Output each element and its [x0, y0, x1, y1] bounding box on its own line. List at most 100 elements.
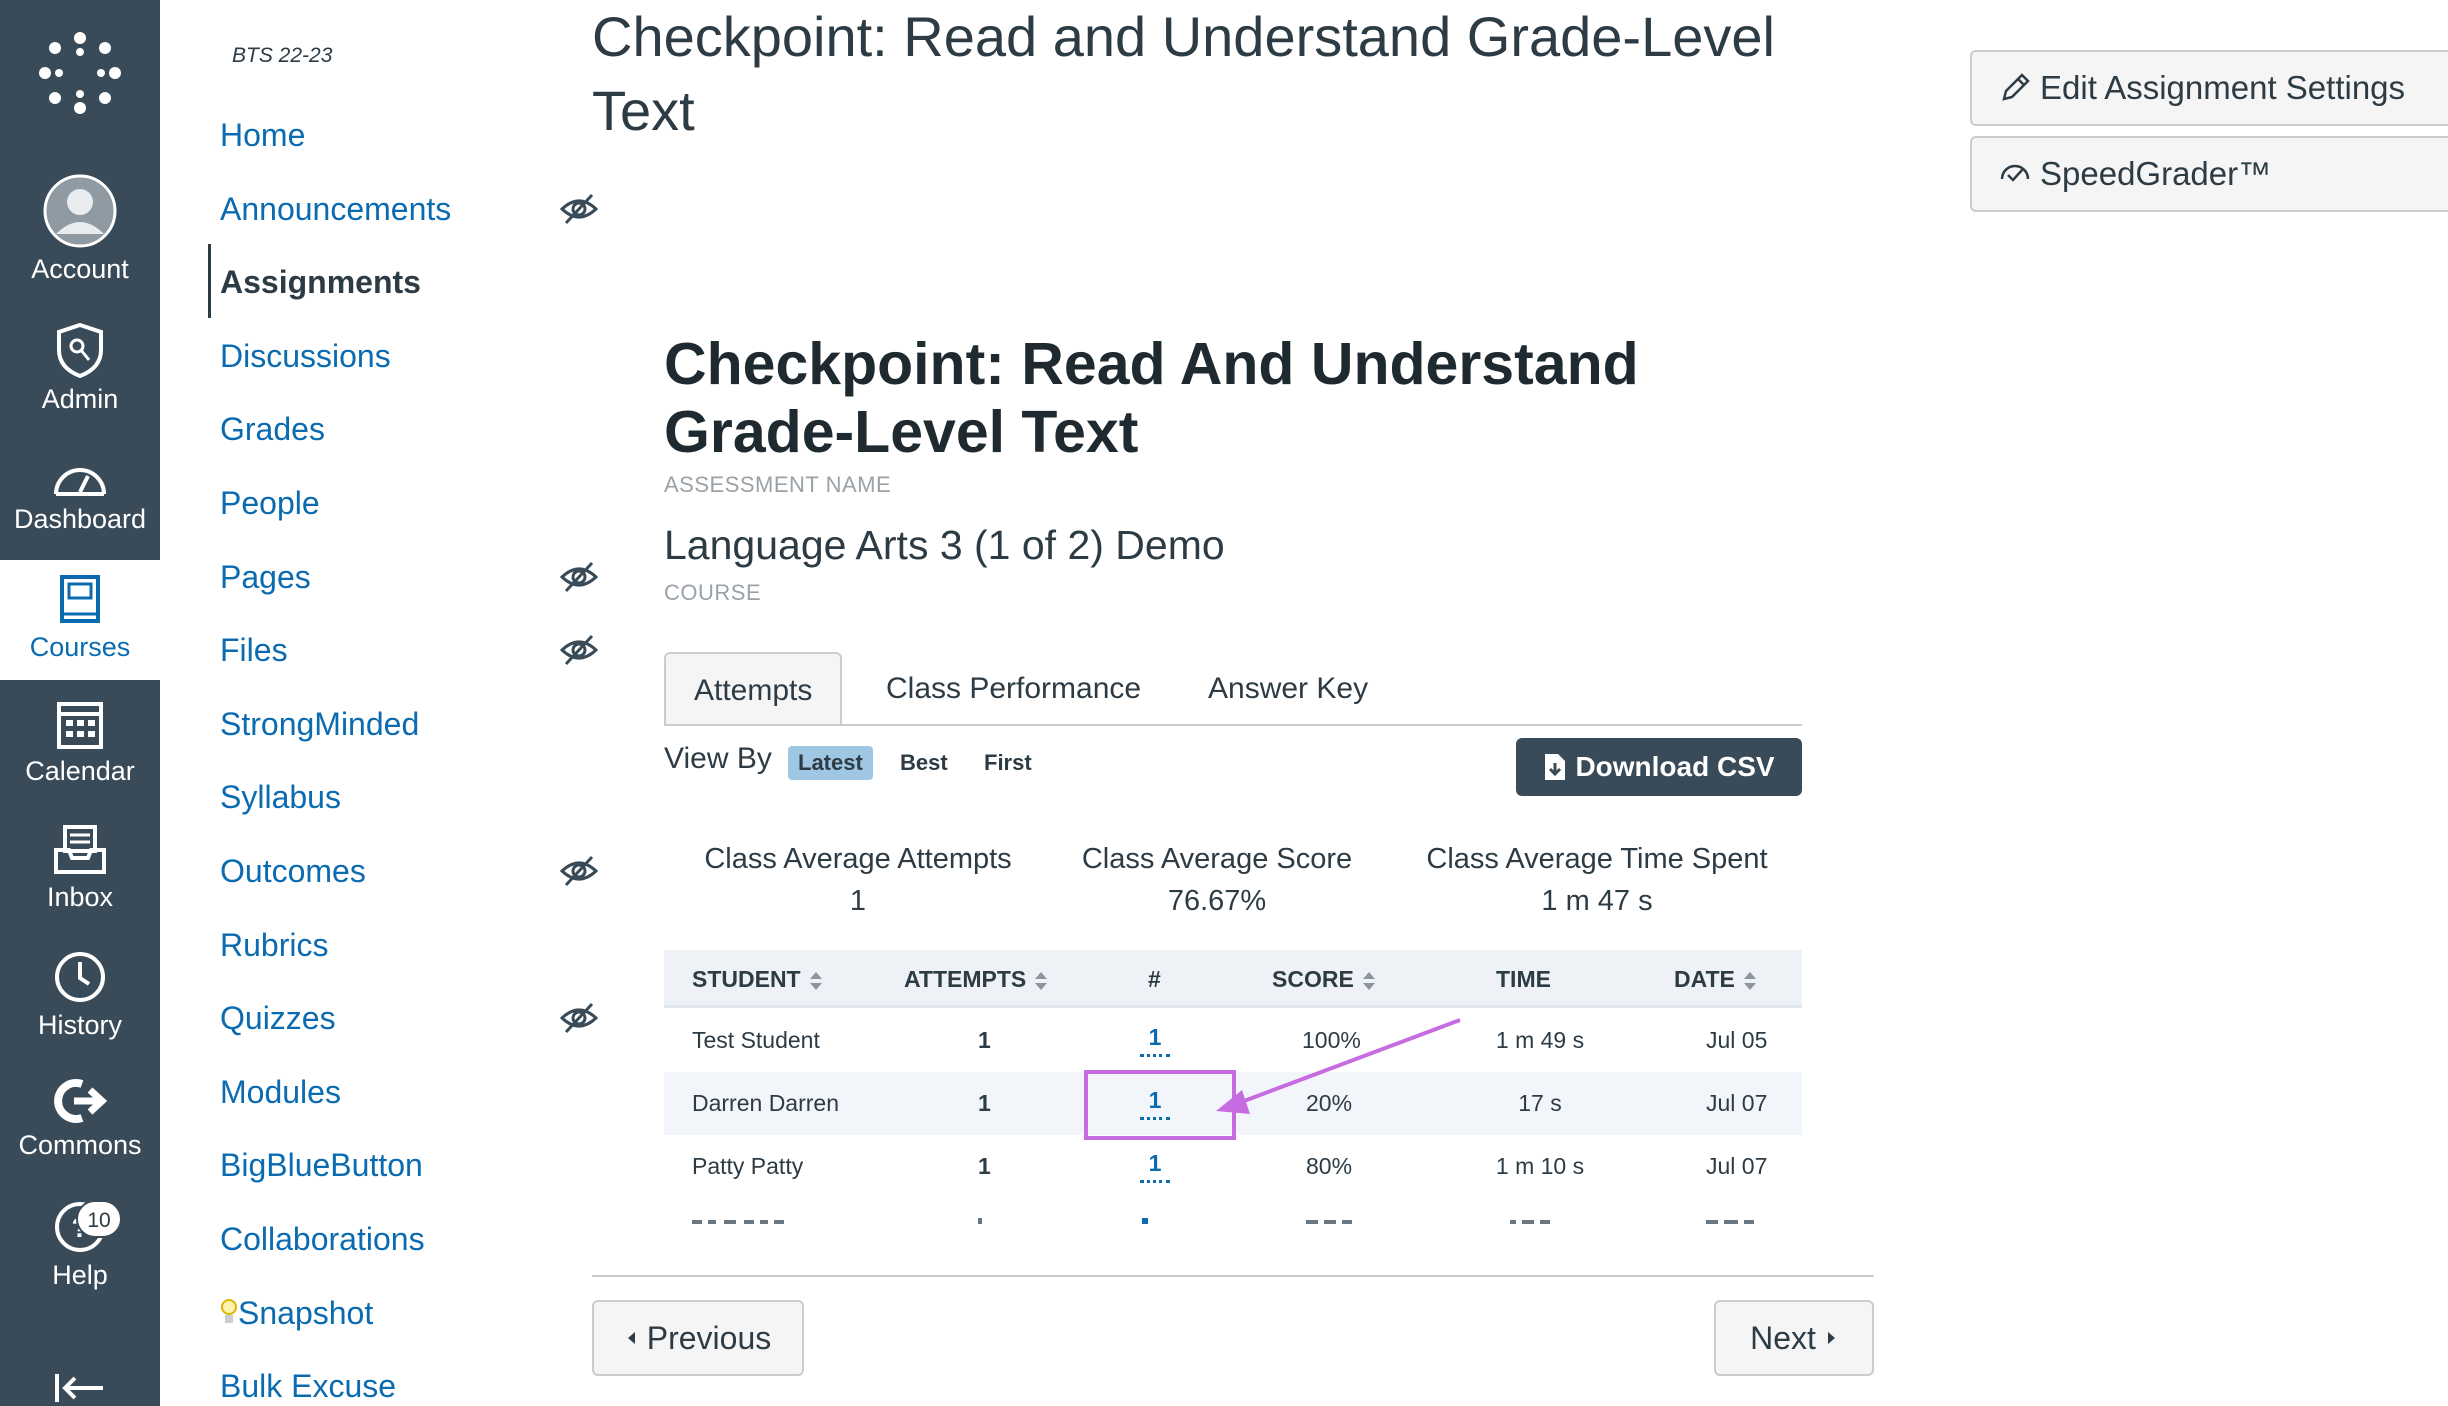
button-label: Download CSV: [1575, 751, 1775, 782]
button-label: SpeedGrader™: [2040, 155, 2272, 192]
calendar-icon: [57, 702, 103, 749]
course-nav-label: BigBlueButton: [220, 1147, 423, 1183]
term-label: BTS 22-23: [232, 44, 333, 67]
course-nav-label: Files: [220, 632, 288, 668]
course-nav-files[interactable]: Files: [220, 622, 660, 678]
course-nav-announcements[interactable]: Announcements: [220, 181, 660, 237]
global-nav-label: Dashboard: [13, 504, 147, 534]
global-nav-inbox[interactable]: Inbox: [0, 824, 160, 913]
column-header-student[interactable]: STUDENT: [692, 950, 823, 1008]
column-header-attempts[interactable]: ATTEMPTS: [904, 950, 1048, 1008]
view-by-latest[interactable]: Latest: [788, 746, 873, 780]
course-nav-modules[interactable]: Modules: [220, 1064, 660, 1120]
global-nav-dashboard[interactable]: Dashboard: [0, 458, 160, 535]
cell-score: 100%: [1302, 1027, 1361, 1053]
table-row: Test Student 1 1 100% 1 m 49 s Jul 05: [664, 1009, 1802, 1072]
edit-assignment-settings-button[interactable]: Edit Assignment Settings: [1970, 50, 2448, 126]
tab-label: Attempts: [694, 674, 813, 707]
course-nav-label: Modules: [220, 1074, 341, 1110]
canvas-logo[interactable]: [0, 30, 160, 116]
button-label: Edit Assignment Settings: [2040, 69, 2406, 106]
attempt-link[interactable]: 1: [1140, 1023, 1170, 1057]
attempt-link[interactable]: 1: [1140, 1149, 1170, 1183]
table-row: Patty Patty 1 1 80% 1 m 10 s Jul 07: [664, 1135, 1802, 1198]
tab-attempts[interactable]: Attempts: [664, 652, 843, 726]
column-header-date[interactable]: DATE: [1674, 950, 1757, 1008]
column-header-score[interactable]: SCORE: [1272, 950, 1376, 1008]
button-label: Next: [1750, 1319, 1816, 1356]
courses-book-icon: [60, 575, 100, 623]
view-by-label: View By: [664, 742, 772, 775]
inbox-icon: [54, 825, 106, 874]
speedgrader-button[interactable]: SpeedGrader™: [1970, 136, 2448, 212]
course-nav-grades[interactable]: Grades: [220, 401, 660, 457]
view-by-first[interactable]: First: [974, 746, 1042, 780]
column-header-time: TIME: [1496, 950, 1551, 1008]
option-label: First: [984, 750, 1032, 775]
course-nav-syllabus[interactable]: Syllabus: [220, 769, 660, 825]
hidden-eye-icon: [560, 634, 598, 666]
view-by-best[interactable]: Best: [890, 746, 958, 780]
cell-attempts: 1: [978, 1090, 991, 1116]
commons-icon: [54, 1079, 108, 1123]
hidden-eye-icon: [560, 561, 598, 593]
tab-label: Answer Key: [1208, 672, 1369, 705]
global-nav-account[interactable]: Account: [0, 174, 160, 285]
course-nav-bigbluebutton[interactable]: BigBlueButton: [220, 1137, 660, 1193]
course-nav-people[interactable]: People: [220, 475, 660, 531]
global-nav-calendar[interactable]: Calendar: [0, 698, 160, 787]
header-label: ATTEMPTS: [904, 966, 1027, 992]
global-nav-courses[interactable]: Courses: [0, 560, 160, 680]
global-nav-label: Courses: [29, 632, 131, 662]
cell-time: 1 m 49 s: [1495, 1027, 1585, 1053]
header-label: TIME: [1496, 966, 1551, 992]
stat-average-time: Class Average Time Spent 1 m 47 s: [1392, 838, 1802, 922]
course-name: Language Arts 3 (1 of 2) Demo: [664, 522, 1225, 568]
course-nav-label: People: [220, 485, 320, 521]
course-nav-assignments[interactable]: Assignments: [220, 254, 660, 310]
course-nav-label: StrongMinded: [220, 706, 420, 742]
course-nav-pages[interactable]: Pages: [220, 549, 660, 605]
next-button[interactable]: Next: [1714, 1300, 1874, 1376]
collapse-nav-button[interactable]: [0, 1370, 160, 1406]
footer-divider: [592, 1275, 1874, 1277]
canvas-logo-icon: [39, 32, 121, 114]
course-nav-quizzes[interactable]: Quizzes: [220, 990, 660, 1046]
hidden-eye-icon: [560, 855, 598, 887]
course-nav-rubrics[interactable]: Rubrics: [220, 917, 660, 973]
course-label: COURSE: [664, 580, 762, 605]
tab-class-performance[interactable]: Class Performance: [886, 652, 1141, 726]
course-nav-label: Quizzes: [220, 1000, 336, 1036]
course-nav-label: Home: [220, 117, 306, 153]
stat-average-attempts: Class Average Attempts 1: [664, 838, 1052, 922]
course-nav-label: Outcomes: [220, 853, 366, 889]
global-nav-history[interactable]: History: [0, 950, 160, 1041]
header-label: SCORE: [1272, 966, 1354, 992]
course-nav-strongminded[interactable]: StrongMinded: [220, 696, 660, 752]
cell-time: 1 m 10 s: [1495, 1153, 1585, 1179]
global-nav-label: Account: [31, 254, 129, 284]
course-nav-collaborations[interactable]: Collaborations: [220, 1211, 660, 1267]
cell-attempts: 1: [978, 1153, 991, 1179]
course-nav-label: Syllabus: [220, 779, 341, 815]
course-nav-outcomes[interactable]: Outcomes: [220, 843, 660, 899]
cell-date: Jul 07: [1706, 1153, 1768, 1179]
course-nav-label: Discussions: [220, 338, 391, 374]
help-notification-badge: 10: [76, 1200, 122, 1238]
tab-answer-key[interactable]: Answer Key: [1208, 652, 1368, 726]
assessment-name-label: ASSESSMENT NAME: [664, 472, 892, 497]
speedgrader-icon: [2000, 164, 2030, 182]
download-csv-button[interactable]: Download CSV: [1516, 738, 1802, 796]
global-nav-admin[interactable]: Admin: [0, 322, 160, 415]
previous-button[interactable]: Previous: [592, 1300, 804, 1376]
stat-label: Class Average Attempts: [704, 843, 1012, 875]
cell-student: Darren Darren: [692, 1090, 839, 1116]
global-nav-help[interactable]: ? 10 Help: [0, 1200, 160, 1291]
table-header: STUDENT ATTEMPTS # SCORE TIME DATE: [664, 950, 1802, 1008]
global-nav-label: Admin: [41, 384, 119, 414]
global-nav-commons[interactable]: Commons: [0, 1078, 160, 1161]
course-nav-label: Pages: [220, 559, 311, 595]
course-nav-label: Collaborations: [220, 1221, 425, 1257]
course-nav-discussions[interactable]: Discussions: [220, 328, 660, 384]
global-navigation: Account Admin Dashboard Courses Calendar…: [0, 0, 160, 1406]
